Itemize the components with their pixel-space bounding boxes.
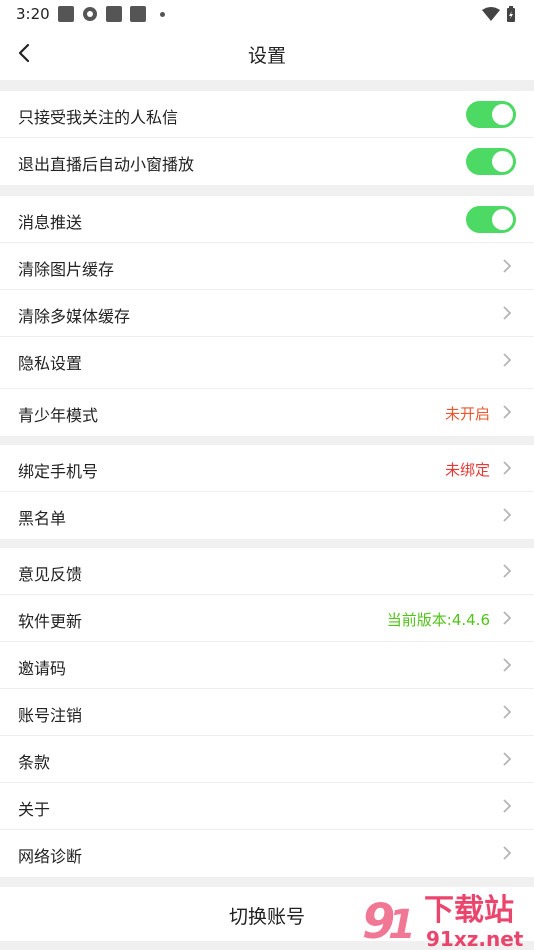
setting-row-network-diagnosis[interactable]: 网络诊断 <box>0 830 534 877</box>
chevron-right-icon <box>503 405 512 419</box>
app-header: 设置 <box>0 28 534 80</box>
chevron-right-icon <box>503 611 512 625</box>
chevron-right-icon <box>503 306 512 320</box>
setting-row-privacy[interactable]: 隐私设置 <box>0 337 534 389</box>
setting-row-blacklist[interactable]: 黑名单 <box>0 492 534 539</box>
setting-label: 账号注销 <box>18 706 83 725</box>
setting-label: 邀请码 <box>18 659 67 678</box>
notification-icons <box>58 6 165 22</box>
setting-row-about[interactable]: 关于 <box>0 783 534 830</box>
setting-row-terms[interactable]: 条款 <box>0 736 534 783</box>
setting-label: 青少年模式 <box>18 406 99 425</box>
toggle-knob <box>492 151 513 172</box>
toggle-switch-on[interactable] <box>466 101 516 128</box>
toggle-knob <box>492 104 513 125</box>
chevron-right-icon <box>503 259 512 273</box>
setting-label: 软件更新 <box>18 612 83 631</box>
phone-bind-status: 未绑定 <box>444 461 490 479</box>
chevron-right-icon <box>503 461 512 475</box>
setting-row-invite-code[interactable]: 邀请码 <box>0 642 534 689</box>
setting-label: 绑定手机号 <box>18 462 99 481</box>
chevron-right-icon <box>503 564 512 578</box>
notification-app-icon <box>58 6 74 22</box>
system-icons <box>482 6 516 22</box>
setting-row-clear-media-cache[interactable]: 清除多媒体缓存 <box>0 290 534 337</box>
settings-group-about: 意见反馈 软件更新 当前版本:4.4.6 邀请码 账号注销 条款 关于 网络诊断 <box>0 548 534 877</box>
setting-row-push-notifications[interactable]: 消息推送 <box>0 196 534 243</box>
current-version: 当前版本:4.4.6 <box>386 611 490 629</box>
setting-label: 清除多媒体缓存 <box>18 307 131 326</box>
chevron-right-icon <box>503 846 512 860</box>
chevron-right-icon <box>503 752 512 766</box>
setting-label: 清除图片缓存 <box>18 260 115 279</box>
chevron-right-icon <box>503 705 512 719</box>
chevron-right-icon <box>503 508 512 522</box>
toggle-knob <box>492 209 513 230</box>
setting-label: 关于 <box>18 800 51 819</box>
page-title: 设置 <box>247 45 286 67</box>
status-bar: 3:20 <box>0 0 534 28</box>
setting-row-delete-account[interactable]: 账号注销 <box>0 689 534 736</box>
setting-row-followed-dm-only[interactable]: 只接受我关注的人私信 <box>0 91 534 138</box>
setting-label: 消息推送 <box>18 213 83 232</box>
battery-icon <box>507 6 515 22</box>
status-time: 3:20 <box>16 5 50 23</box>
svg-text:1: 1 <box>388 902 416 948</box>
settings-notification-icon <box>83 7 97 21</box>
setting-row-clear-image-cache[interactable]: 清除图片缓存 <box>0 243 534 290</box>
setting-row-feedback[interactable]: 意见反馈 <box>0 548 534 595</box>
watermark-logo: 9 1 下载站 91xz.net <box>362 893 524 950</box>
notification-app-icon <box>106 6 122 22</box>
settings-group-general: 消息推送 清除图片缓存 清除多媒体缓存 隐私设置 青少年模式 未开启 <box>0 196 534 436</box>
more-notifications-dot-icon <box>160 11 165 17</box>
setting-label: 只接受我关注的人私信 <box>18 108 179 127</box>
setting-label: 网络诊断 <box>18 847 83 866</box>
setting-row-auto-mini-window[interactable]: 退出直播后自动小窗播放 <box>0 138 534 185</box>
setting-row-teen-mode[interactable]: 青少年模式 未开启 <box>0 389 534 436</box>
chevron-right-icon <box>503 353 512 367</box>
toggle-switch-on[interactable] <box>466 148 516 175</box>
chevron-right-icon <box>503 799 512 813</box>
setting-label: 隐私设置 <box>18 354 83 373</box>
notification-app-icon <box>130 6 146 22</box>
chevron-right-icon <box>503 658 512 672</box>
teen-mode-status: 未开启 <box>444 405 490 423</box>
wifi-icon <box>482 7 500 21</box>
settings-group-account: 绑定手机号 未绑定 黑名单 <box>0 445 534 539</box>
setting-label: 意见反馈 <box>18 565 83 584</box>
setting-row-software-update[interactable]: 软件更新 当前版本:4.4.6 <box>0 595 534 642</box>
setting-label: 退出直播后自动小窗播放 <box>18 155 195 174</box>
settings-group-privacy: 只接受我关注的人私信 退出直播后自动小窗播放 <box>0 91 534 185</box>
setting-label: 黑名单 <box>18 509 67 528</box>
setting-row-bind-phone[interactable]: 绑定手机号 未绑定 <box>0 445 534 492</box>
toggle-switch-on[interactable] <box>466 206 516 233</box>
setting-label: 条款 <box>18 753 51 772</box>
watermark-site: 91xz.net <box>426 927 524 950</box>
watermark-brand: 下载站 <box>424 893 514 928</box>
